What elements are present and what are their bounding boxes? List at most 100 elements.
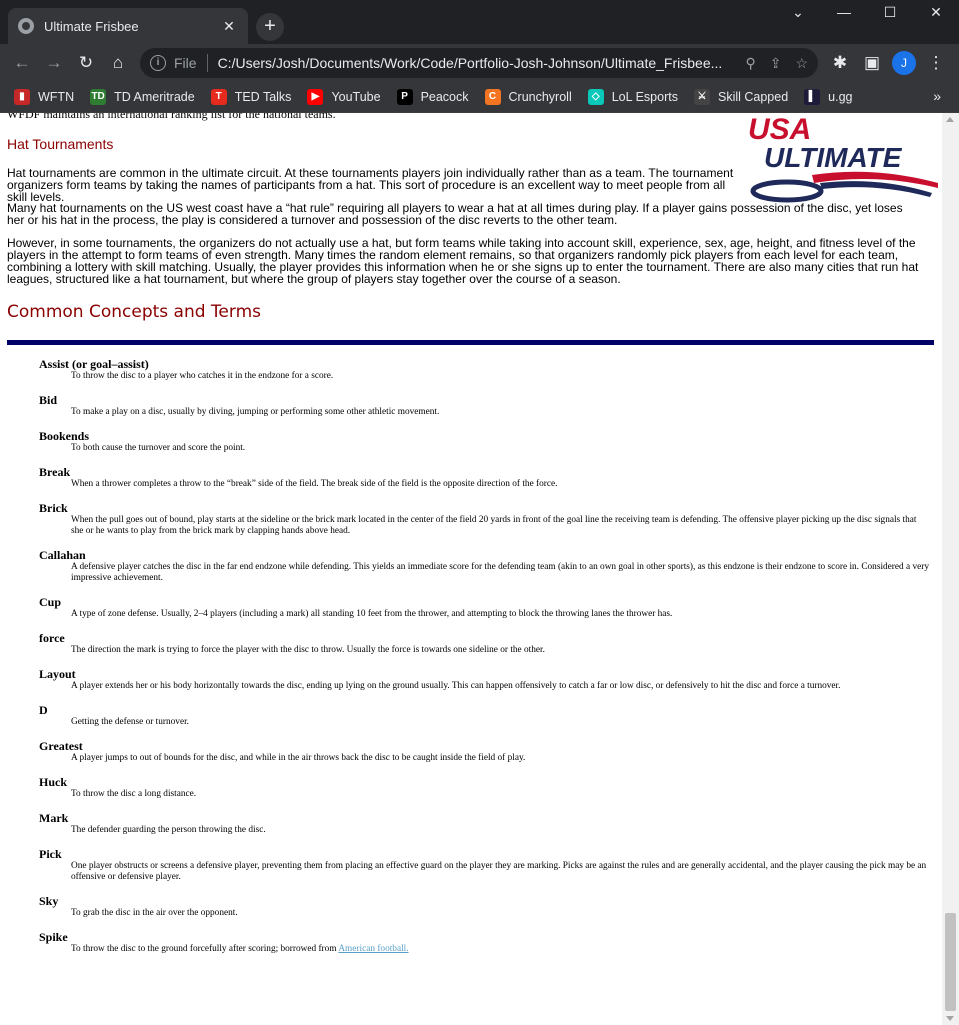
term-item: Bookends To both cause the turnover and s… (39, 429, 929, 454)
bookmark-label: Skill Capped (717, 90, 789, 104)
tab-strip: Ultimate Frisbee ✕ + ⌄ — ☐ ✕ (0, 0, 959, 44)
bookmark-label: TED Talks (234, 90, 292, 104)
page-viewport: WFDF maintains an international ranking … (0, 113, 959, 1025)
bookmark-wftn[interactable]: ▮ WFTN (14, 89, 74, 105)
minimize-button[interactable]: — (821, 0, 867, 26)
term-definition-text: A player extends her or his body horizon… (71, 681, 841, 691)
term-definition: To throw the disc to the ground forceful… (71, 944, 929, 955)
hat-paragraph-2: Many hat tournaments on the US west coas… (7, 201, 903, 227)
tab-search-icon[interactable]: ⌄ (775, 0, 821, 26)
term-definition-text: When the pull goes out of bound, play st… (71, 515, 917, 536)
concepts-heading: Common Concepts and Terms (7, 302, 261, 322)
term-item: Sky To grab the disc in the air over the … (39, 894, 929, 919)
browser-toolbar: ← → ↻ ⌂ i File C:/Users/Josh/Documents/W… (0, 44, 959, 82)
reload-icon[interactable]: ↻ (72, 49, 100, 77)
bookmark-label: u.gg (828, 90, 853, 104)
profile-avatar[interactable]: J (892, 51, 916, 75)
bookmark-peacock[interactable]: P Peacock (396, 89, 469, 105)
cut-off-text: WFDF maintains an international ranking … (7, 113, 336, 121)
american-football-link[interactable]: American football. (338, 944, 408, 954)
term-definition-text: When a thrower completes a throw to the … (71, 479, 558, 489)
more-bookmarks-icon[interactable]: » (933, 88, 941, 104)
zoom-icon[interactable]: ⚲ (745, 55, 755, 72)
term-name: Callahan (39, 548, 86, 562)
home-icon[interactable]: ⌂ (104, 49, 132, 77)
lol-esports-icon: ◇ (587, 89, 604, 105)
maximize-button[interactable]: ☐ (867, 0, 913, 26)
tab-ultimate-frisbee[interactable]: Ultimate Frisbee ✕ (8, 8, 248, 44)
youtube-icon: ▶ (307, 89, 324, 105)
share-icon[interactable]: ⇪ (770, 55, 782, 72)
term-name: Layout (39, 667, 76, 681)
bookmark-u-gg[interactable]: ▌ u.gg (804, 89, 853, 105)
scrollbar-thumb[interactable] (945, 913, 956, 1011)
term-name: D (39, 703, 48, 717)
term-definition: When the pull goes out of bound, play st… (71, 515, 929, 537)
usa-ultimate-logo: USA ULTIMATE (748, 113, 938, 203)
bookmark-label: Crunchyroll (508, 90, 572, 104)
new-tab-button[interactable]: + (256, 13, 284, 41)
crunchyroll-icon: C (484, 89, 501, 105)
bookmark-crunchyroll[interactable]: C Crunchyroll (484, 89, 572, 105)
bookmark-label: YouTube (331, 90, 381, 104)
globe-icon (18, 18, 34, 34)
close-tab-icon[interactable]: ✕ (220, 18, 238, 35)
term-definition-text: A type of zone defense. Usually, 2–4 pla… (71, 609, 673, 619)
side-panel-icon[interactable]: ▣ (858, 49, 886, 77)
bookmark-label: TD Ameritrade (114, 90, 195, 104)
vertical-scrollbar[interactable] (942, 113, 959, 1025)
term-name: Greatest (39, 739, 83, 753)
term-name: Spike (39, 930, 68, 944)
term-definition: Getting the defense or turnover. (71, 717, 929, 728)
scroll-down-icon[interactable] (946, 1016, 954, 1021)
term-name: Pick (39, 847, 62, 861)
bookmark-td-ameritrade[interactable]: TD TD Ameritrade (90, 89, 195, 105)
term-definition: When a thrower completes a throw to the … (71, 479, 929, 490)
hat-paragraph-3: However, in some tournaments, the organi… (7, 236, 919, 286)
term-item: force The direction the mark is trying to… (39, 631, 929, 656)
scroll-up-icon[interactable] (946, 117, 954, 122)
term-definition-text: To throw the disc to the ground forceful… (71, 944, 339, 954)
term-item: Layout A player extends her or his body h… (39, 667, 929, 692)
term-definition: To grab the disc in the air over the opp… (71, 908, 929, 919)
term-item: Break When a thrower completes a throw to… (39, 465, 929, 490)
bookmark-star-icon[interactable]: ☆ (795, 55, 808, 72)
hat-tournaments-heading: Hat Tournaments (7, 136, 114, 152)
term-item: Spike To throw the disc to the ground for… (39, 930, 929, 955)
peacock-icon: P (396, 89, 413, 105)
term-definition: A player jumps to out of bounds for the … (71, 753, 929, 764)
bookmark-ted-talks[interactable]: T TED Talks (210, 89, 292, 105)
bookmark-skill-capped[interactable]: ⚔ Skill Capped (693, 89, 789, 105)
logo-ultimate-text: ULTIMATE (764, 142, 903, 173)
term-name: Bid (39, 393, 58, 407)
term-definition-text: To both cause the turnover and score the… (71, 443, 246, 453)
bookmark-lol-esports[interactable]: ◇ LoL Esports (587, 89, 678, 105)
extensions-icon[interactable]: ✱ (826, 49, 854, 77)
term-definition-text: One player obstructs or screens a defens… (71, 861, 927, 882)
term-name: Mark (39, 811, 69, 825)
term-definition: A defensive player catches the disc in t… (71, 562, 929, 584)
info-icon[interactable]: i (150, 55, 166, 71)
address-bar[interactable]: i File C:/Users/Josh/Documents/Work/Code… (140, 48, 818, 78)
back-icon[interactable]: ← (8, 49, 36, 77)
term-item: D Getting the defense or turnover. (39, 703, 929, 728)
forward-icon[interactable]: → (40, 49, 68, 77)
td-ameritrade-icon: TD (90, 89, 107, 105)
term-name: Break (39, 465, 71, 479)
term-item: Mark The defender guarding the person thr… (39, 811, 929, 836)
term-definition: One player obstructs or screens a defens… (71, 861, 929, 883)
term-definition: A type of zone defense. Usually, 2–4 pla… (71, 609, 929, 620)
term-definition-text: To throw the disc a long distance. (71, 789, 197, 799)
bookmark-youtube[interactable]: ▶ YouTube (307, 89, 381, 105)
ugg-icon: ▌ (804, 89, 821, 105)
term-definition-text: The defender guarding the person throwin… (71, 825, 266, 835)
term-item: Callahan A defensive player catches the d… (39, 548, 929, 584)
term-name: force (39, 631, 65, 645)
url-text[interactable]: C:/Users/Josh/Documents/Work/Code/Portfo… (218, 55, 732, 71)
term-definition: To both cause the turnover and score the… (71, 443, 929, 454)
menu-icon[interactable]: ⋮ (922, 49, 950, 77)
bookmark-label: WFTN (38, 90, 75, 104)
close-window-button[interactable]: ✕ (913, 0, 959, 26)
term-item: Cup A type of zone defense. Usually, 2–4 … (39, 595, 929, 620)
bookmark-label: Peacock (420, 90, 469, 104)
